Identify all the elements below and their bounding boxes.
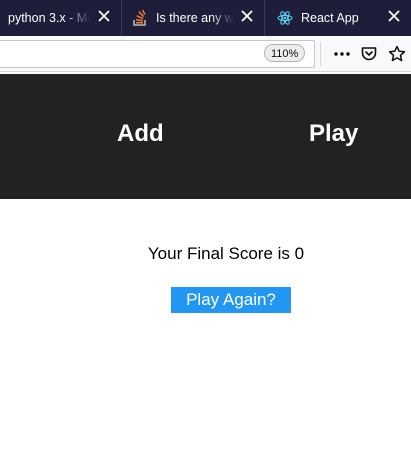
tab-python[interactable]: python 3.x - Mo (0, 0, 122, 36)
pocket-icon[interactable] (360, 45, 378, 63)
close-icon[interactable] (97, 9, 111, 23)
toolbar-divider (320, 42, 321, 66)
tab-title: python 3.x - Mo (8, 11, 90, 25)
tab-stackoverflow[interactable]: Is there any way (122, 0, 265, 36)
bookmark-star-icon[interactable] (388, 45, 406, 63)
tab-strip: python 3.x - Mo Is there any way (0, 0, 411, 36)
zoom-indicator[interactable]: 110% (264, 44, 306, 62)
final-score-text: Your Final Score is 0 (147, 244, 305, 263)
close-icon[interactable] (240, 9, 254, 23)
stackoverflow-icon (132, 10, 148, 26)
more-icon[interactable] (333, 45, 351, 63)
nav-link-play[interactable]: Play (309, 119, 358, 149)
app-header: Add Play (0, 74, 411, 199)
tab-react-app[interactable]: React App (265, 0, 411, 36)
nav-toolbar: 110% (0, 36, 411, 72)
react-icon (277, 10, 293, 26)
play-again-button[interactable]: Play Again? (171, 287, 291, 313)
tab-title: Is there any way (156, 11, 234, 25)
tab-title: React App (301, 11, 359, 25)
close-icon[interactable] (387, 9, 401, 23)
nav-link-add[interactable]: Add (117, 119, 164, 149)
